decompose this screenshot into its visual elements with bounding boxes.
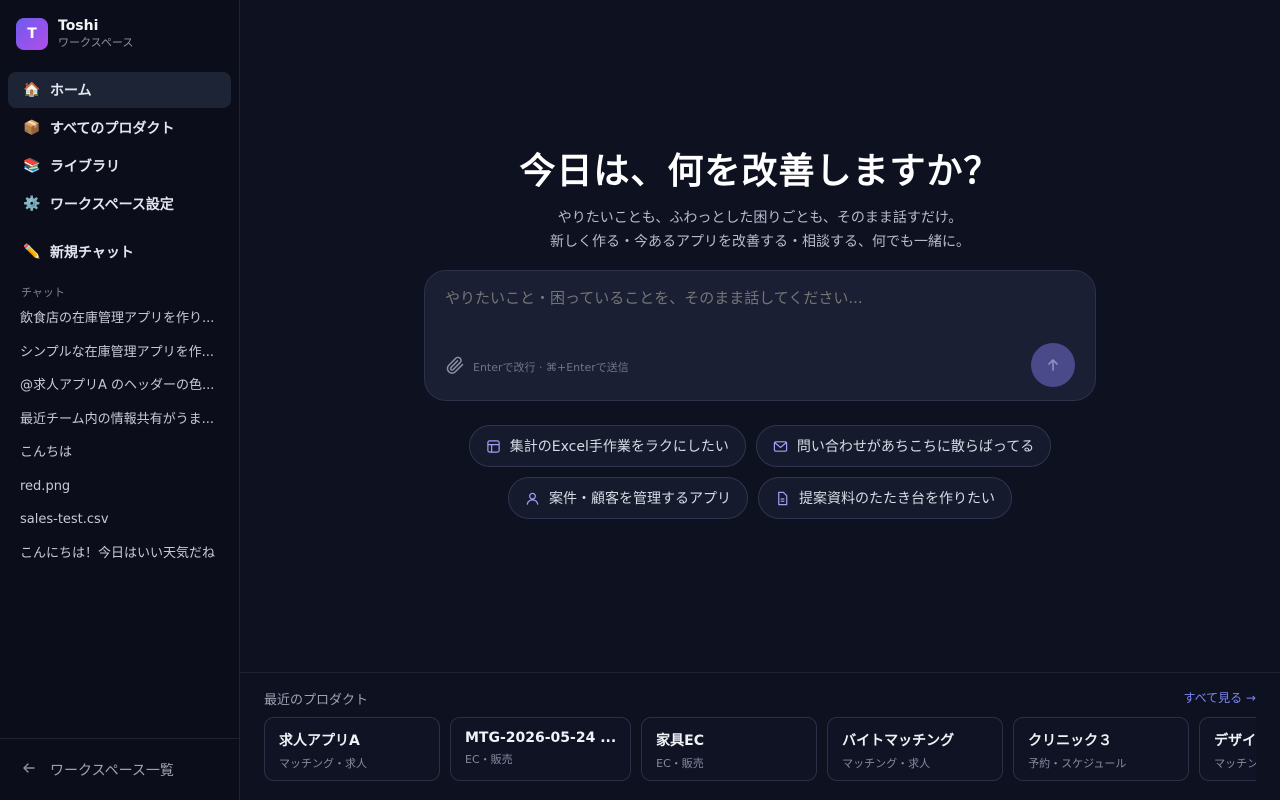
arrow-up-icon: [1048, 359, 1058, 371]
prompt-input[interactable]: [445, 289, 1065, 307]
product-card[interactable]: MTG-2026-05-24 ... EC・販売: [450, 717, 632, 781]
suggestion-chip-customers[interactable]: 案件・顧客を管理するアプリ: [508, 477, 748, 519]
house-icon: 🏠: [23, 82, 41, 98]
new-chat-label: 新規チャット: [50, 245, 134, 261]
product-card-category: EC・販売: [465, 753, 513, 766]
product-card-category: マッチング・求人: [279, 757, 367, 770]
suggestion-label: 提案資料のたたき台を作りたい: [799, 491, 995, 507]
sidebar-item-label: ライブラリ: [50, 159, 120, 175]
chat-item[interactable]: red.png: [20, 474, 220, 508]
suggestion-label: 案件・顧客を管理するアプリ: [549, 491, 731, 507]
chat-item[interactable]: こんちは: [20, 440, 220, 474]
product-card[interactable]: バイトマッチング マッチング・求人: [827, 717, 1004, 781]
suggestion-chips: 集計のExcel手作業をラクにしたい 問い合わせがあちこちに散らばってる 案件・…: [240, 425, 1280, 529]
product-card-category: EC・販売: [656, 757, 704, 770]
product-card-title: クリニック３: [1028, 733, 1113, 749]
sidebar-item-label: すべてのプロダクト: [50, 121, 175, 137]
sidebar: T Toshi ワークスペース 🏠 ホーム 📦 すべてのプロダクト 📚 ライブラ…: [0, 0, 240, 800]
workspace-header[interactable]: T Toshi ワークスペース: [16, 18, 133, 50]
hero-subtitle-line-2: 新しく作る・今あるアプリを改善する・相談する、何でも一緒に。: [550, 234, 970, 250]
product-card-category: マッチング・求人: [842, 757, 931, 770]
product-card-title: 求人アプリA: [279, 733, 360, 749]
sidebar-item-label: ホーム: [50, 83, 92, 99]
suggestion-chip-excel[interactable]: 集計のExcel手作業をラクにしたい: [468, 425, 746, 467]
chat-item[interactable]: 最近チーム内の情報共有がうま...: [20, 407, 220, 441]
hero-subtitle-line-1: やりたいことも、ふわっとした困りごとも、そのまま話すだけ。: [557, 210, 963, 226]
sidebar-nav: 🏠 ホーム 📦 すべてのプロダクト 📚 ライブラリ ⚙️ ワークスペース設定: [8, 72, 231, 224]
paperclip-icon[interactable]: [445, 355, 465, 375]
chat-composer: Enterで改行 · ⌘+Enterで送信: [424, 270, 1096, 401]
product-card-title: デザイン: [1214, 733, 1256, 749]
main-area: 今日は、何を改善しますか？ やりたいことも、ふわっとした困りごとも、そのまま話す…: [240, 0, 1280, 800]
avatar: T: [16, 18, 48, 50]
suggestion-label: 問い合わせがあちこちに散らばってる: [796, 439, 1035, 455]
product-card[interactable]: 家具EC EC・販売: [641, 717, 818, 781]
chat-item[interactable]: こんにちは！今日はいい天気だね: [20, 541, 220, 575]
arrow-left-icon: [22, 761, 36, 779]
product-card-title: 家具EC: [656, 733, 705, 749]
recent-products-label: 最近のプロダクト: [264, 693, 369, 708]
send-button[interactable]: [1031, 343, 1075, 387]
gear-icon: ⚙️: [23, 196, 41, 212]
suggestion-chip-proposal[interactable]: 提案資料のたたき台を作りたい: [758, 477, 1012, 519]
chat-item[interactable]: sales-test.csv: [20, 507, 220, 541]
table-icon: [487, 439, 500, 453]
chat-section-label: チャット: [21, 286, 65, 299]
product-card-title: バイトマッチング: [842, 733, 955, 749]
composer-hint: Enterで改行 · ⌘+Enterで送信: [473, 361, 629, 374]
product-card-category: 予約・スケジュール: [1028, 757, 1127, 770]
sidebar-item-workspace-settings[interactable]: ⚙️ ワークスペース設定: [8, 186, 231, 222]
document-icon: [778, 491, 788, 505]
see-all-link[interactable]: すべて見る →: [1183, 689, 1256, 706]
suggestion-chip-inquiries[interactable]: 問い合わせがあちこちに散らばってる: [755, 425, 1052, 467]
page-title: 今日は、何を改善しますか？: [519, 151, 1001, 192]
books-icon: 📚: [23, 158, 41, 174]
workspace-list-link[interactable]: ワークスペース一覧: [0, 738, 239, 800]
workspace-name: Toshi: [58, 18, 99, 34]
product-card[interactable]: クリニック３ 予約・スケジュール: [1013, 717, 1190, 781]
sidebar-item-home[interactable]: 🏠 ホーム: [8, 72, 231, 108]
sidebar-item-all-products[interactable]: 📦 すべてのプロダクト: [8, 110, 231, 146]
chat-item[interactable]: シンプルな在庫管理アプリを作...: [20, 340, 220, 374]
new-chat-button[interactable]: ✏️ 新規チャット: [8, 234, 231, 270]
sidebar-item-label: ワークスペース設定: [50, 197, 174, 213]
recent-products: 最近のプロダクト すべて見る → 求人アプリA マッチング・求人 MTG-202…: [240, 672, 1280, 800]
pencil-icon: ✏️: [23, 244, 41, 260]
hero-subtitle: やりたいことも、ふわっとした困りごとも、そのまま話すだけ。 新しく作る・今あるア…: [240, 206, 1280, 254]
product-card[interactable]: 求人アプリA マッチング・求人: [264, 717, 440, 781]
chat-item[interactable]: 飲食店の在庫管理アプリを作り...: [20, 306, 220, 340]
product-card-title: MTG-2026-05-24 ...: [465, 730, 617, 746]
product-card-category: マッチング: [1214, 757, 1256, 770]
sidebar-item-library[interactable]: 📚 ライブラリ: [8, 148, 231, 184]
mail-icon: [773, 440, 788, 452]
user-icon: [526, 492, 539, 505]
chat-item[interactable]: @求人アプリA のヘッダーの色...: [20, 373, 220, 407]
product-cards: 求人アプリA マッチング・求人 MTG-2026-05-24 ... EC・販売…: [264, 717, 1256, 781]
workspace-list-label: ワークスペース一覧: [50, 762, 174, 779]
workspace-subtitle: ワークスペース: [58, 36, 134, 49]
package-icon: 📦: [23, 120, 41, 136]
chat-list: 飲食店の在庫管理アプリを作り... シンプルな在庫管理アプリを作... @求人ア…: [20, 306, 220, 574]
product-card[interactable]: デザイン マッチング: [1199, 717, 1256, 781]
suggestion-label: 集計のExcel手作業をラクにしたい: [509, 439, 729, 455]
